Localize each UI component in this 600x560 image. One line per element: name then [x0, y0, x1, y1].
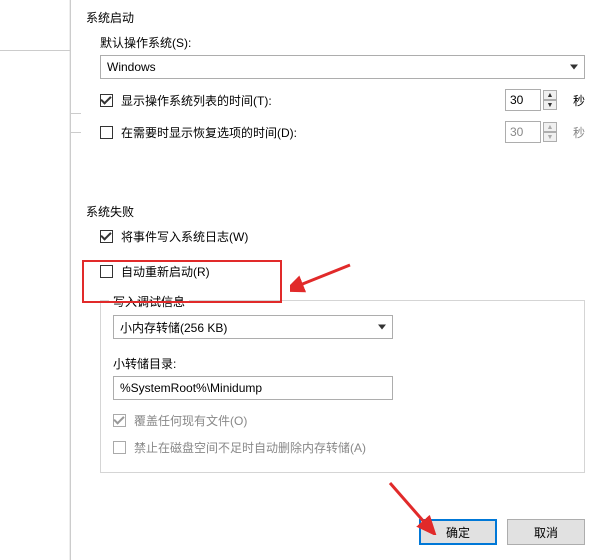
show-os-list-label: 显示操作系统列表的时间(T): — [121, 92, 272, 109]
default-os-select[interactable]: Windows — [100, 55, 585, 79]
chevron-down-icon — [570, 65, 578, 70]
tab-edge-fragment — [71, 113, 81, 133]
show-os-list-seconds-input[interactable] — [505, 89, 541, 111]
overwrite-checkbox — [113, 414, 126, 427]
debug-group-title: 写入调试信息 — [109, 293, 189, 310]
show-recovery-checkbox[interactable] — [100, 126, 113, 139]
seconds-unit-disabled: 秒 — [573, 124, 585, 141]
spinner-up-icon[interactable]: ▲ — [543, 90, 557, 100]
dump-dir-label: 小转储目录: — [113, 355, 572, 372]
spinner-up-icon: ▲ — [543, 122, 557, 132]
no-delete-checkbox — [113, 441, 126, 454]
cancel-button[interactable]: 取消 — [507, 519, 585, 545]
startup-section-title: 系统启动 — [86, 9, 585, 26]
overwrite-label: 覆盖任何现有文件(O) — [134, 412, 247, 429]
dialog-button-bar: 确定 取消 — [419, 519, 585, 545]
failure-section-title: 系统失败 — [86, 203, 585, 220]
debug-type-value: 小内存转储(256 KB) — [120, 319, 227, 336]
ok-button[interactable]: 确定 — [419, 519, 497, 545]
default-os-value: Windows — [107, 60, 156, 74]
show-recovery-seconds-spinner: ▲ ▼ — [505, 121, 557, 143]
default-os-label: 默认操作系统(S): — [100, 34, 585, 51]
debug-type-select[interactable]: 小内存转储(256 KB) — [113, 315, 393, 339]
debug-info-group: 写入调试信息 小内存转储(256 KB) 小转储目录: 覆盖任何现有文件(O) … — [100, 300, 585, 473]
seconds-unit: 秒 — [573, 92, 585, 109]
write-log-label: 将事件写入系统日志(W) — [121, 228, 248, 245]
auto-restart-label: 自动重新启动(R) — [121, 263, 210, 280]
show-recovery-label: 在需要时显示恢复选项的时间(D): — [121, 124, 297, 141]
show-recovery-seconds-input — [505, 121, 541, 143]
dump-dir-input[interactable] — [113, 376, 393, 400]
dialog-content: 系统启动 默认操作系统(S): Windows 显示操作系统列表的时间(T): … — [86, 0, 585, 500]
show-os-list-checkbox[interactable] — [100, 94, 113, 107]
settings-dialog: 系统启动 默认操作系统(S): Windows 显示操作系统列表的时间(T): … — [70, 0, 600, 560]
write-log-checkbox[interactable] — [100, 230, 113, 243]
background-divider — [0, 50, 70, 51]
show-os-list-seconds-spinner[interactable]: ▲ ▼ — [505, 89, 557, 111]
spinner-down-icon: ▼ — [543, 132, 557, 142]
no-delete-label: 禁止在磁盘空间不足时自动删除内存转储(A) — [134, 439, 366, 456]
auto-restart-checkbox[interactable] — [100, 265, 113, 278]
background-pane — [0, 0, 70, 560]
spinner-down-icon[interactable]: ▼ — [543, 100, 557, 110]
chevron-down-icon — [378, 325, 386, 330]
